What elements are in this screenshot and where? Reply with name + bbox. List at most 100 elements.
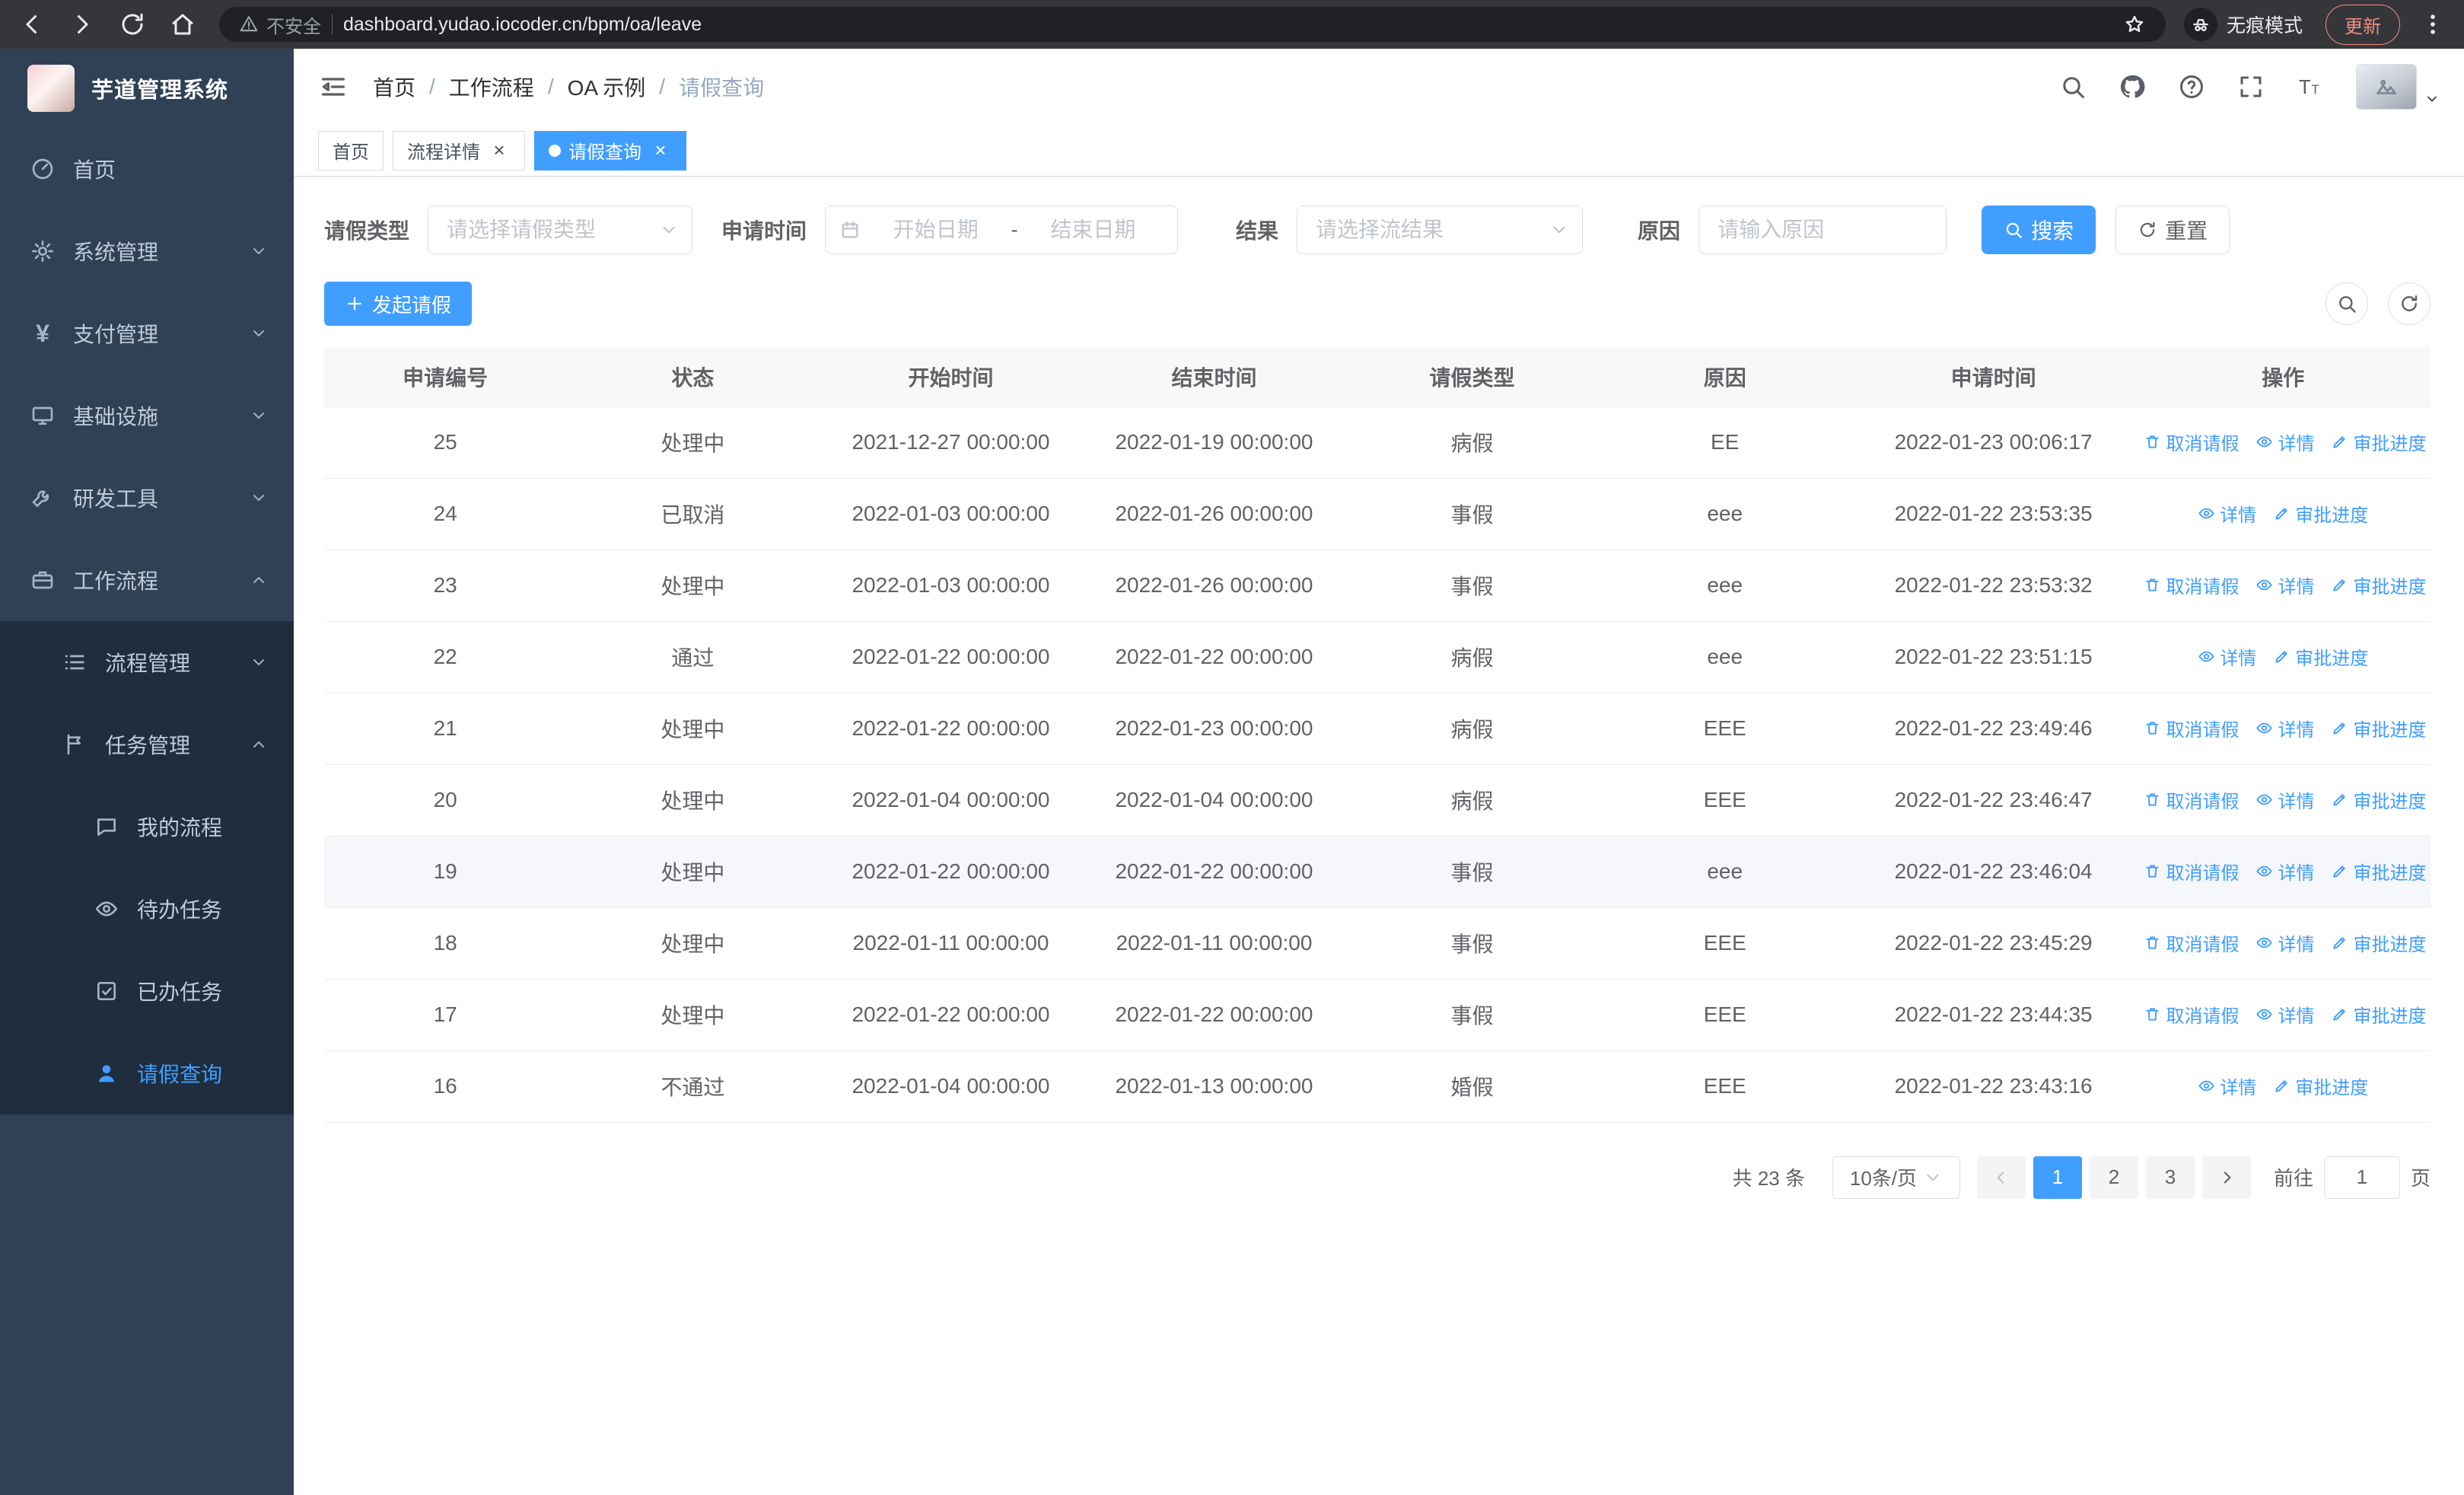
breadcrumb-item-oa-example[interactable]: OA 示例: [568, 72, 646, 102]
result-select[interactable]: [1297, 206, 1584, 254]
detail-link[interactable]: 详情: [2255, 1001, 2314, 1028]
column-header-reason: 原因: [1598, 347, 1851, 407]
refresh-table-button[interactable]: [2388, 282, 2431, 325]
leave-table-body: 25 处理中 2021-12-27 00:00:00 2022-01-19 00:00…: [324, 406, 2431, 1123]
user-avatar-menu[interactable]: [2356, 64, 2440, 110]
sidebar-item-done-tasks[interactable]: 已办任务: [0, 950, 294, 1032]
end-date-input[interactable]: [1022, 218, 1164, 242]
action-label: 详情: [2278, 792, 2315, 812]
home-icon[interactable]: [169, 11, 196, 38]
fullscreen-icon[interactable]: [2237, 73, 2265, 100]
sidebar-item-system-management[interactable]: 系统管理: [0, 210, 294, 292]
reload-icon[interactable]: [119, 11, 146, 38]
sidebar-item-dev-tools[interactable]: 研发工具: [0, 457, 294, 539]
forward-icon[interactable]: [68, 11, 96, 38]
start-date-input[interactable]: [865, 218, 1007, 242]
reset-button[interactable]: 重置: [2115, 206, 2230, 254]
leave-type-select[interactable]: [428, 206, 693, 254]
reason-input[interactable]: [1698, 206, 1947, 254]
cancel-leave-link[interactable]: 取消请假: [2144, 786, 2239, 813]
toggle-search-button[interactable]: [2326, 282, 2368, 325]
url-bar[interactable]: 不安全 dashboard.yudao.iocoder.cn/bpm/oa/le…: [219, 7, 2166, 42]
goto-page-input[interactable]: [2323, 1156, 2400, 1199]
cell-application-id: 20: [324, 764, 567, 837]
sidebar-item-todo-tasks[interactable]: 待办任务: [0, 868, 294, 950]
approval-progress-link[interactable]: 审批进度: [2273, 1073, 2368, 1099]
breadcrumb-item-home[interactable]: 首页: [373, 72, 415, 102]
detail-link[interactable]: 详情: [2255, 929, 2314, 956]
action-label: 取消请假: [2166, 792, 2240, 812]
close-icon[interactable]: ×: [488, 139, 511, 162]
cancel-leave-link[interactable]: 取消请假: [2144, 858, 2239, 885]
cancel-leave-link[interactable]: 取消请假: [2144, 572, 2239, 598]
sidebar-collapse-icon[interactable]: [318, 72, 349, 102]
help-icon[interactable]: [2178, 73, 2205, 100]
sidebar-item-leave-query[interactable]: 请假查询: [0, 1032, 294, 1114]
page-button-3[interactable]: 3: [2145, 1156, 2195, 1199]
breadcrumb-item-workflow[interactable]: 工作流程: [449, 72, 534, 102]
page-size-select[interactable]: 10条/页: [1832, 1156, 1960, 1199]
create-leave-button[interactable]: 发起请假: [324, 282, 473, 326]
tab-process-detail[interactable]: 流程详情 ×: [393, 130, 525, 171]
page-button-1[interactable]: 1: [2033, 1156, 2082, 1199]
column-header-start-time: 开始时间: [819, 347, 1083, 407]
detail-link[interactable]: 详情: [2255, 429, 2314, 455]
approval-progress-link[interactable]: 审批进度: [2331, 572, 2426, 598]
detail-link[interactable]: 详情: [2255, 572, 2314, 598]
delete-icon: [2144, 791, 2161, 808]
prev-page-button[interactable]: [1976, 1156, 2026, 1199]
cancel-leave-link[interactable]: 取消请假: [2144, 1001, 2239, 1028]
detail-link[interactable]: 详情: [2198, 500, 2256, 527]
cancel-leave-link[interactable]: 取消请假: [2144, 429, 2239, 455]
font-size-icon[interactable]: TT: [2297, 73, 2324, 100]
cancel-leave-link[interactable]: 取消请假: [2144, 715, 2239, 741]
bookmark-star-icon[interactable]: [2123, 13, 2146, 36]
browser-update-button[interactable]: 更新: [2326, 4, 2400, 45]
date-range-picker[interactable]: -: [825, 206, 1179, 254]
table-row: 22 通过 2022-01-22 00:00:00 2022-01-22 00:00:…: [324, 621, 2431, 693]
user-icon: [94, 1061, 119, 1085]
sidebar-item-process-management[interactable]: 流程管理: [0, 621, 294, 703]
search-icon[interactable]: [2059, 73, 2087, 100]
back-icon[interactable]: [18, 11, 46, 38]
next-page-button[interactable]: [2201, 1156, 2251, 1199]
approval-progress-link[interactable]: 审批进度: [2331, 786, 2426, 813]
approval-progress-link[interactable]: 审批进度: [2331, 1001, 2426, 1028]
avatar[interactable]: [2356, 64, 2417, 110]
action-label: 审批进度: [2353, 720, 2427, 741]
close-icon[interactable]: ×: [649, 139, 672, 162]
content: 请假类型 申请时间 -: [294, 177, 2464, 1495]
search-button[interactable]: 搜索: [1982, 206, 2096, 254]
action-label: 取消请假: [2166, 434, 2240, 454]
tab-leave-query[interactable]: 请假查询 ×: [534, 130, 686, 171]
cancel-leave-link[interactable]: 取消请假: [2144, 929, 2239, 956]
approval-progress-link[interactable]: 审批进度: [2331, 715, 2426, 741]
sidebar-item-infrastructure[interactable]: 基础设施: [0, 375, 294, 457]
breadcrumb-separator: /: [547, 75, 554, 98]
column-header-application-id: 申请编号: [324, 347, 567, 407]
detail-link[interactable]: 详情: [2255, 786, 2314, 813]
detail-link[interactable]: 详情: [2198, 1073, 2256, 1099]
sidebar-item-home[interactable]: 首页: [0, 128, 294, 210]
approval-progress-link[interactable]: 审批进度: [2331, 929, 2426, 956]
cell-actions: 详情 审批进度: [2135, 1050, 2431, 1123]
detail-link[interactable]: 详情: [2255, 858, 2314, 885]
browser-menu-kebab-icon[interactable]: [2420, 11, 2446, 37]
sidebar-item-payment-management[interactable]: ¥ 支付管理: [0, 292, 294, 375]
approval-progress-link[interactable]: 审批进度: [2273, 643, 2368, 670]
page-button-2[interactable]: 2: [2089, 1156, 2138, 1199]
approval-progress-link[interactable]: 审批进度: [2273, 500, 2368, 527]
detail-link[interactable]: 详情: [2255, 715, 2314, 741]
approval-progress-link[interactable]: 审批进度: [2331, 429, 2426, 455]
detail-link[interactable]: 详情: [2198, 643, 2256, 670]
approval-progress-link[interactable]: 审批进度: [2331, 858, 2426, 885]
tab-home[interactable]: 首页: [318, 130, 384, 171]
sidebar-item-workflow[interactable]: 工作流程: [0, 539, 294, 621]
cell-application-id: 23: [324, 550, 567, 622]
chevron-up-icon: [250, 571, 268, 589]
sidebar-item-my-process[interactable]: 我的流程: [0, 786, 294, 868]
security-indicator[interactable]: 不安全: [239, 11, 321, 38]
sidebar-item-task-management[interactable]: 任务管理: [0, 703, 294, 786]
github-icon[interactable]: [2119, 73, 2146, 100]
sidebar-item-label: 支付管理: [73, 323, 159, 346]
